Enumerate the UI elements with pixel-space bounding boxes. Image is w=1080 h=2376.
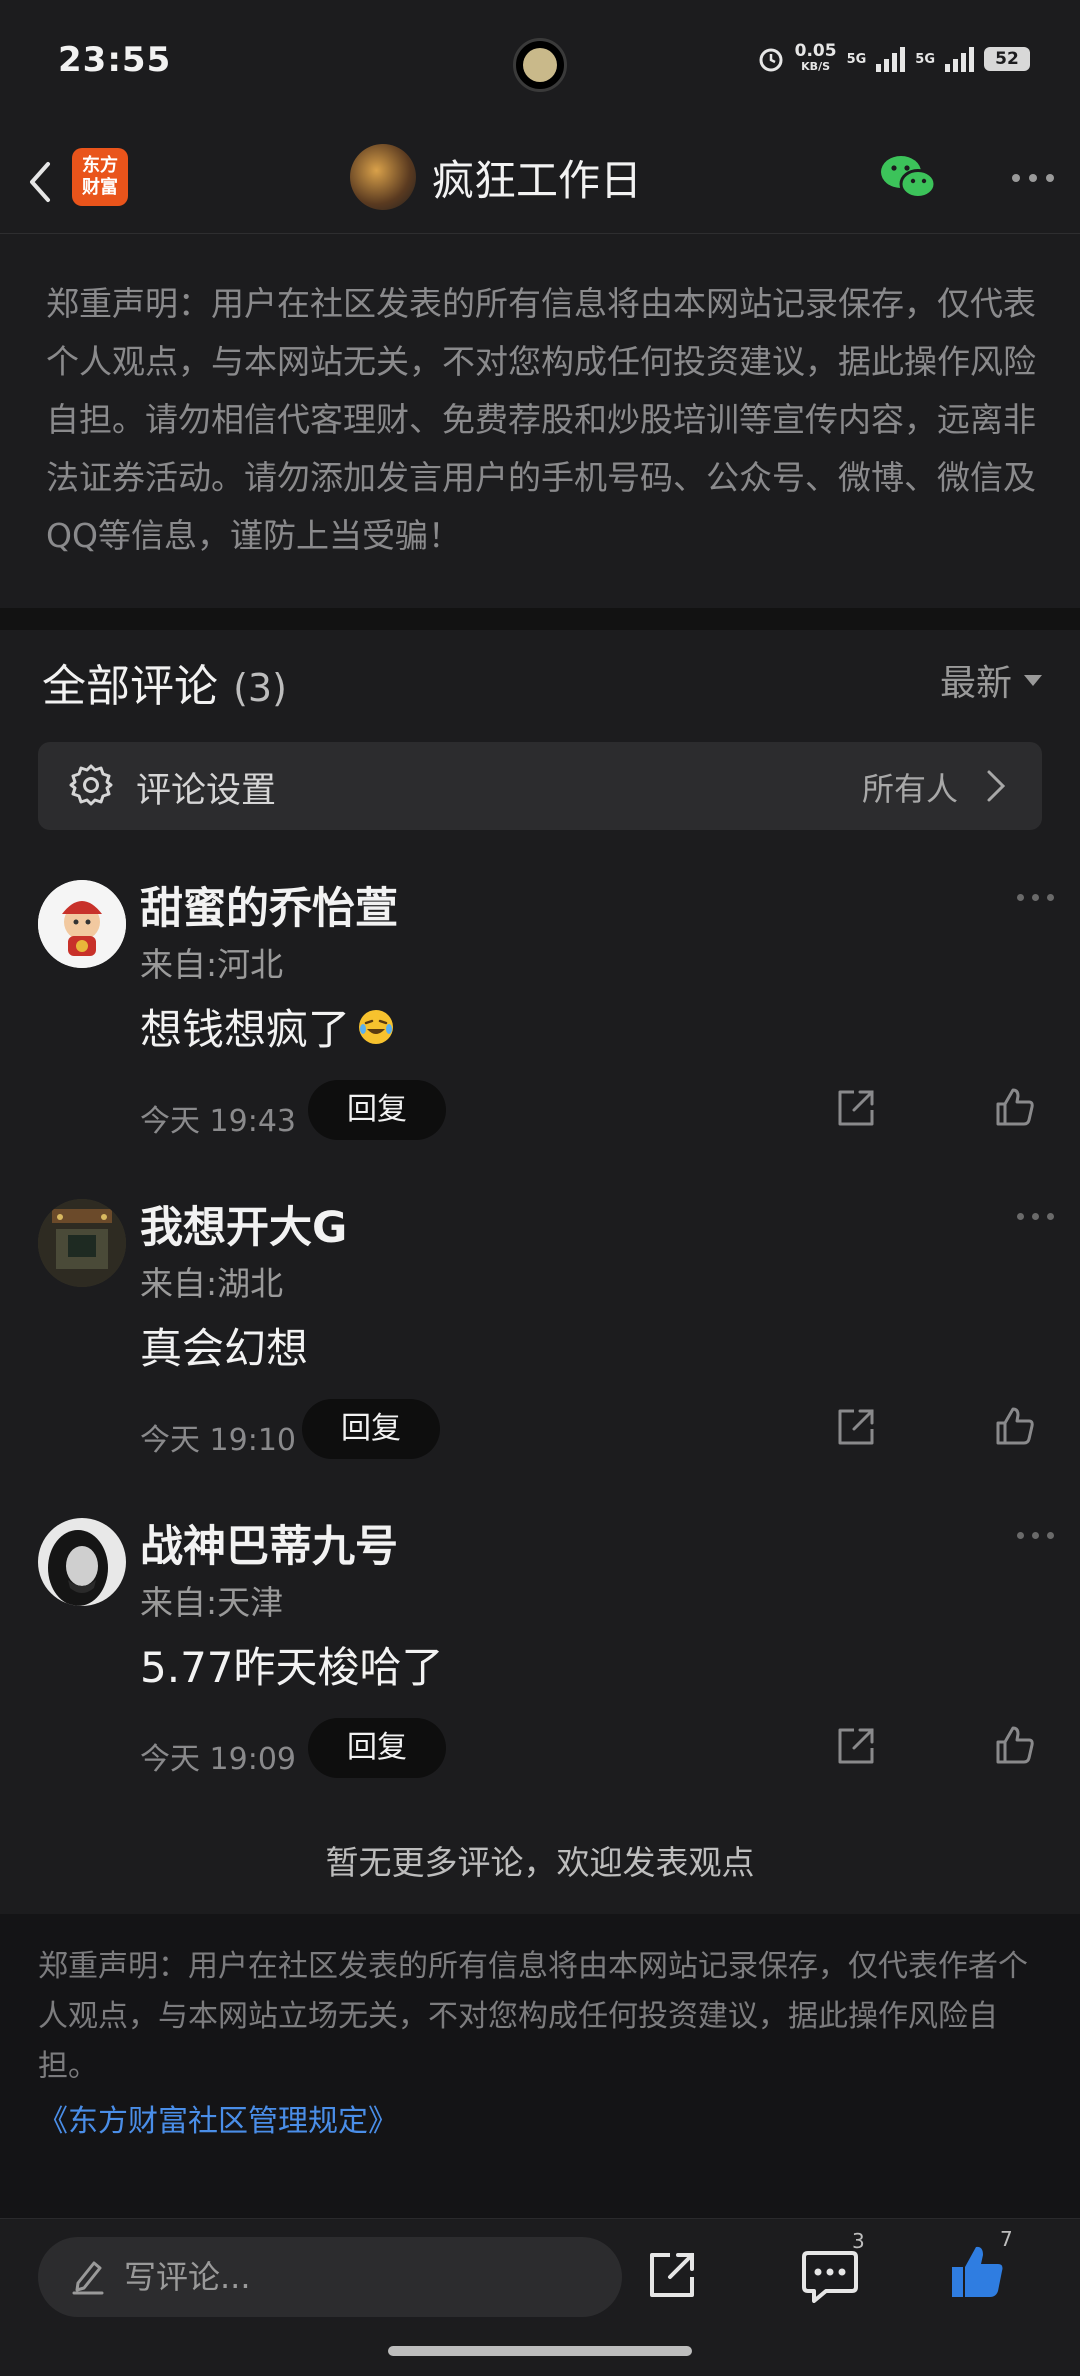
write-comment-input[interactable] [122,2251,602,2303]
no-more-comments-text: 暂无更多评论，欢迎发表观点 [325,1843,755,1882]
laughing-tears-emoji-icon [359,1009,394,1044]
thumbs-up-icon[interactable] [994,1405,1036,1447]
comment-text: 5.77昨天梭哈了 [140,1643,444,1692]
like-count-badge: 7 [1000,2227,1013,2251]
status-time: 23:55 [58,40,172,80]
post-author-avatar[interactable] [350,144,416,210]
disclaimer-bottom: 郑重声明：用户在社区发表的所有信息将由本网站记录保存，仅代表作者个人观点，与本网… [0,1914,1080,2220]
comment-more-icon[interactable] [1017,1213,1054,1220]
reply-button[interactable]: 回复 [308,1080,446,1140]
thumbs-up-icon[interactable] [994,1086,1036,1128]
more-options-icon[interactable] [1012,174,1054,182]
comment-time: 今天 19:10 [140,1423,296,1458]
nav-bar: 东方 财富 疯狂工作日 [0,130,1080,234]
comments-header: 全部评论 (3) 最新 [42,650,1042,712]
comment-text: 真会幻想 [140,1324,309,1373]
comment-time: 今天 19:09 [140,1742,296,1777]
comments-icon[interactable] [800,2247,860,2303]
sort-label: 最新 [939,663,1012,704]
wechat-share-icon[interactable] [878,150,938,204]
section-divider [0,608,1080,630]
status-right: 0.05 KB/S 5G 5G 52 [757,41,1030,74]
gear-icon [69,764,113,806]
comment-item: 战神巴蒂九号 来自:天津 5.77昨天梭哈了 今天 19:09 回复 [0,1512,1080,1812]
commenter-avatar[interactable] [38,880,126,968]
comment-settings-row[interactable]: 评论设置 所有人 [38,742,1042,830]
disclaimer-top: 郑重声明：用户在社区发表的所有信息将由本网站记录保存，仅代表个人观点，与本网站无… [46,284,1036,555]
back-icon[interactable] [18,152,62,212]
signal-5g-label-1: 5G [846,51,867,67]
comment-item: 甜蜜的乔怡萱 来自:河北 想钱想疯了 今天 19:43 回复 [0,874,1080,1174]
battery-icon: 52 [984,47,1030,71]
comment-settings-value: 所有人 [861,770,958,808]
write-comment-field[interactable] [38,2237,622,2317]
comment-more-icon[interactable] [1017,894,1054,901]
thumbs-up-icon[interactable] [994,1724,1036,1766]
commenter-avatar[interactable] [38,1199,126,1287]
comments-title: 全部评论 [42,661,218,712]
thumbs-up-filled-icon[interactable] [948,2243,1006,2301]
status-bar: 23:55 0.05 KB/S 5G 5G 52 [0,0,1080,130]
home-indicator[interactable] [388,2346,692,2356]
comment-text: 想钱想疯了 [140,996,396,1057]
commenter-name[interactable]: 甜蜜的乔怡萱 [140,874,398,936]
pen-icon [72,2261,104,2295]
comment-more-icon[interactable] [1017,1532,1054,1539]
signal-bars-2-icon [945,46,974,72]
alarm-icon [759,48,783,72]
dropdown-triangle-icon [1024,674,1042,686]
comment-item: 我想开大G 来自:湖北 真会幻想 今天 19:10 回复 [0,1193,1080,1493]
casino-photo-avatar-icon [38,1199,126,1287]
app-logo[interactable]: 东方 财富 [72,148,128,206]
commenter-location: 来自:湖北 [140,1264,284,1303]
page-title: 疯狂工作日 [432,155,643,205]
reply-button[interactable]: 回复 [308,1718,446,1778]
portrait-avatar-icon [38,1518,126,1606]
share-icon[interactable] [836,1726,876,1766]
signal-5g-label-2: 5G [915,51,935,67]
commenter-name[interactable]: 战神巴蒂九号 [140,1512,398,1574]
share-icon[interactable] [646,2249,698,2301]
disclaimer-bottom-text: 郑重声明：用户在社区发表的所有信息将由本网站记录保存，仅代表作者个人观点，与本网… [38,1949,1028,2084]
sort-dropdown[interactable]: 最新 [940,654,1042,706]
commenter-name[interactable]: 我想开大G [140,1193,347,1255]
chevron-right-icon [987,770,1006,802]
flashlight-indicator-icon [506,36,574,94]
nav-title-group[interactable]: 疯狂工作日 [350,144,642,210]
commenter-avatar[interactable] [38,1518,126,1606]
comment-time: 今天 19:43 [140,1104,296,1139]
net-speed: 0.05 KB/S [794,41,837,74]
commenter-location: 来自:河北 [140,945,284,984]
share-icon[interactable] [836,1407,876,1447]
comments-count: (3) [233,666,287,710]
comment-count-badge: 3 [852,2229,865,2253]
cartoon-avatar-icon [38,880,126,968]
share-icon[interactable] [836,1088,876,1128]
commenter-location: 来自:天津 [140,1583,284,1622]
community-rules-link[interactable]: 《东方财富社区管理规定》 [38,2096,1042,2140]
reply-button[interactable]: 回复 [302,1399,440,1459]
signal-bars-1-icon [876,46,906,72]
comment-settings-label: 评论设置 [136,771,277,811]
